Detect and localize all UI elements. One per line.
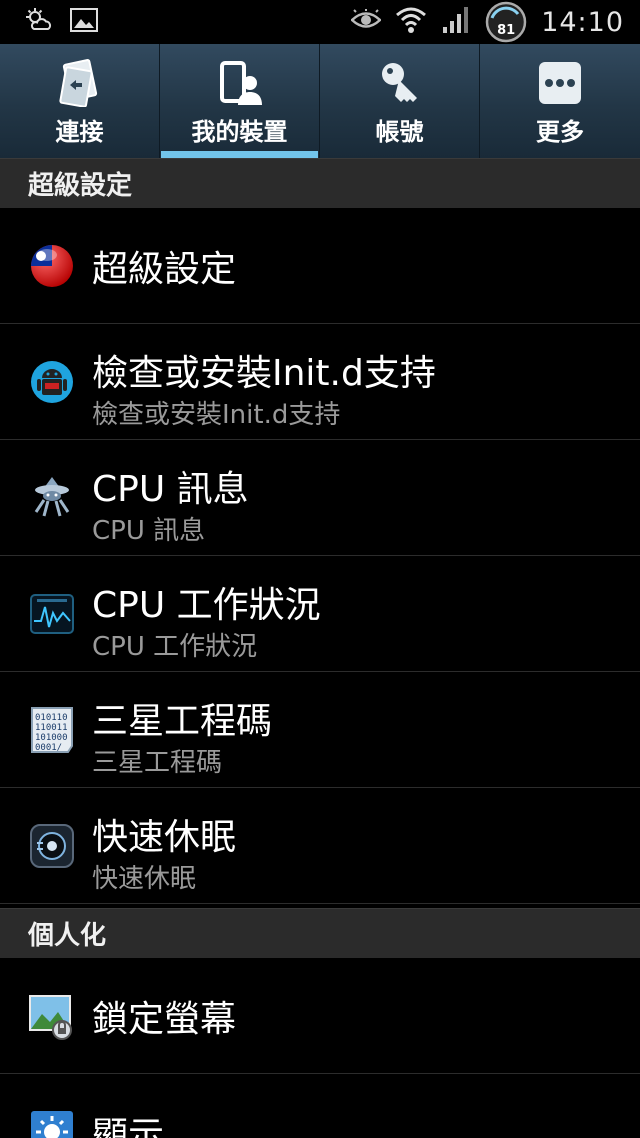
item-subtitle: 檢查或安裝Init.d支持: [92, 400, 341, 430]
more-icon: [537, 58, 583, 108]
key-icon: [376, 58, 424, 108]
cpu-info-icon: [28, 474, 76, 522]
svg-text:110011: 110011: [35, 723, 68, 733]
status-time: 14:10: [541, 6, 624, 38]
item-subtitle: 三星工程碼: [92, 748, 223, 778]
list-item-display[interactable]: 顯示: [0, 1074, 640, 1138]
tab-label: 更多: [536, 118, 584, 146]
svg-text:0001/: 0001/: [35, 743, 62, 753]
tab-label: 我的裝置: [191, 118, 288, 146]
list-item-super-settings[interactable]: 超級設定: [0, 208, 640, 324]
item-title: 鎖定螢幕: [92, 998, 237, 1040]
item-title: 檢查或安裝Init.d支持: [92, 353, 436, 394]
lock-screen-icon: [28, 992, 76, 1040]
weather-icon: [26, 8, 52, 36]
item-title: 超級設定: [92, 248, 237, 290]
tab-label: 連接: [55, 118, 104, 146]
taiwan-flag-icon: [28, 242, 76, 290]
tab-more[interactable]: 更多: [480, 44, 640, 158]
item-subtitle: CPU 訊息: [92, 516, 206, 546]
connections-icon: [57, 58, 103, 108]
item-title: CPU 工作狀況: [92, 585, 321, 626]
list-item-cpu-status[interactable]: CPU 工作狀況 CPU 工作狀況: [0, 556, 640, 672]
quick-sleep-icon: [28, 822, 76, 870]
cpu-monitor-icon: [28, 590, 76, 638]
item-title: 三星工程碼: [92, 701, 273, 742]
list-item-init-d[interactable]: 檢查或安裝Init.d支持 檢查或安裝Init.d支持: [0, 324, 640, 440]
item-subtitle: 快速休眠: [92, 864, 197, 894]
signal-icon: [441, 5, 471, 39]
list-item-cpu-info[interactable]: CPU 訊息 CPU 訊息: [0, 440, 640, 556]
list-item-samsung-codes[interactable]: 010110 110011 101000 0001/ 三星工程碼 三星工程碼: [0, 672, 640, 788]
item-title: CPU 訊息: [92, 469, 249, 510]
svg-text:010110: 010110: [35, 713, 68, 723]
display-icon: [28, 1108, 76, 1138]
tab-label: 帳號: [375, 118, 424, 146]
my-device-icon: [216, 58, 264, 108]
tab-accounts[interactable]: 帳號: [320, 44, 480, 158]
eye-icon: [350, 9, 383, 35]
list-item-lock-screen[interactable]: 鎖定螢幕: [0, 958, 640, 1074]
active-tab-indicator: [161, 151, 318, 158]
list-item-quick-sleep[interactable]: 快速休眠 快速休眠: [0, 788, 640, 904]
section-header-label: 超級設定: [28, 171, 133, 201]
binary-code-icon: 010110 110011 101000 0001/: [28, 706, 76, 754]
battery-level-text: 81: [497, 23, 516, 38]
section-header-super-settings: 超級設定: [0, 158, 640, 208]
tab-connections[interactable]: 連接: [0, 44, 160, 158]
item-subtitle: CPU 工作狀況: [92, 632, 258, 662]
section-header-label: 個人化: [28, 921, 107, 951]
status-bar: 81 14:10: [0, 0, 640, 44]
wifi-icon: [395, 5, 427, 39]
android-robot-icon: [28, 358, 76, 406]
tab-my-device[interactable]: 我的裝置: [160, 44, 320, 158]
item-title: 顯示: [92, 1114, 165, 1138]
svg-text:101000: 101000: [35, 733, 68, 743]
image-notification-icon: [70, 8, 98, 36]
settings-tab-bar: 連接 我的裝置 帳號 更多: [0, 44, 640, 158]
item-title: 快速休眠: [92, 817, 237, 858]
section-header-personalization: 個人化: [0, 908, 640, 958]
battery-icon: 81: [485, 1, 527, 43]
